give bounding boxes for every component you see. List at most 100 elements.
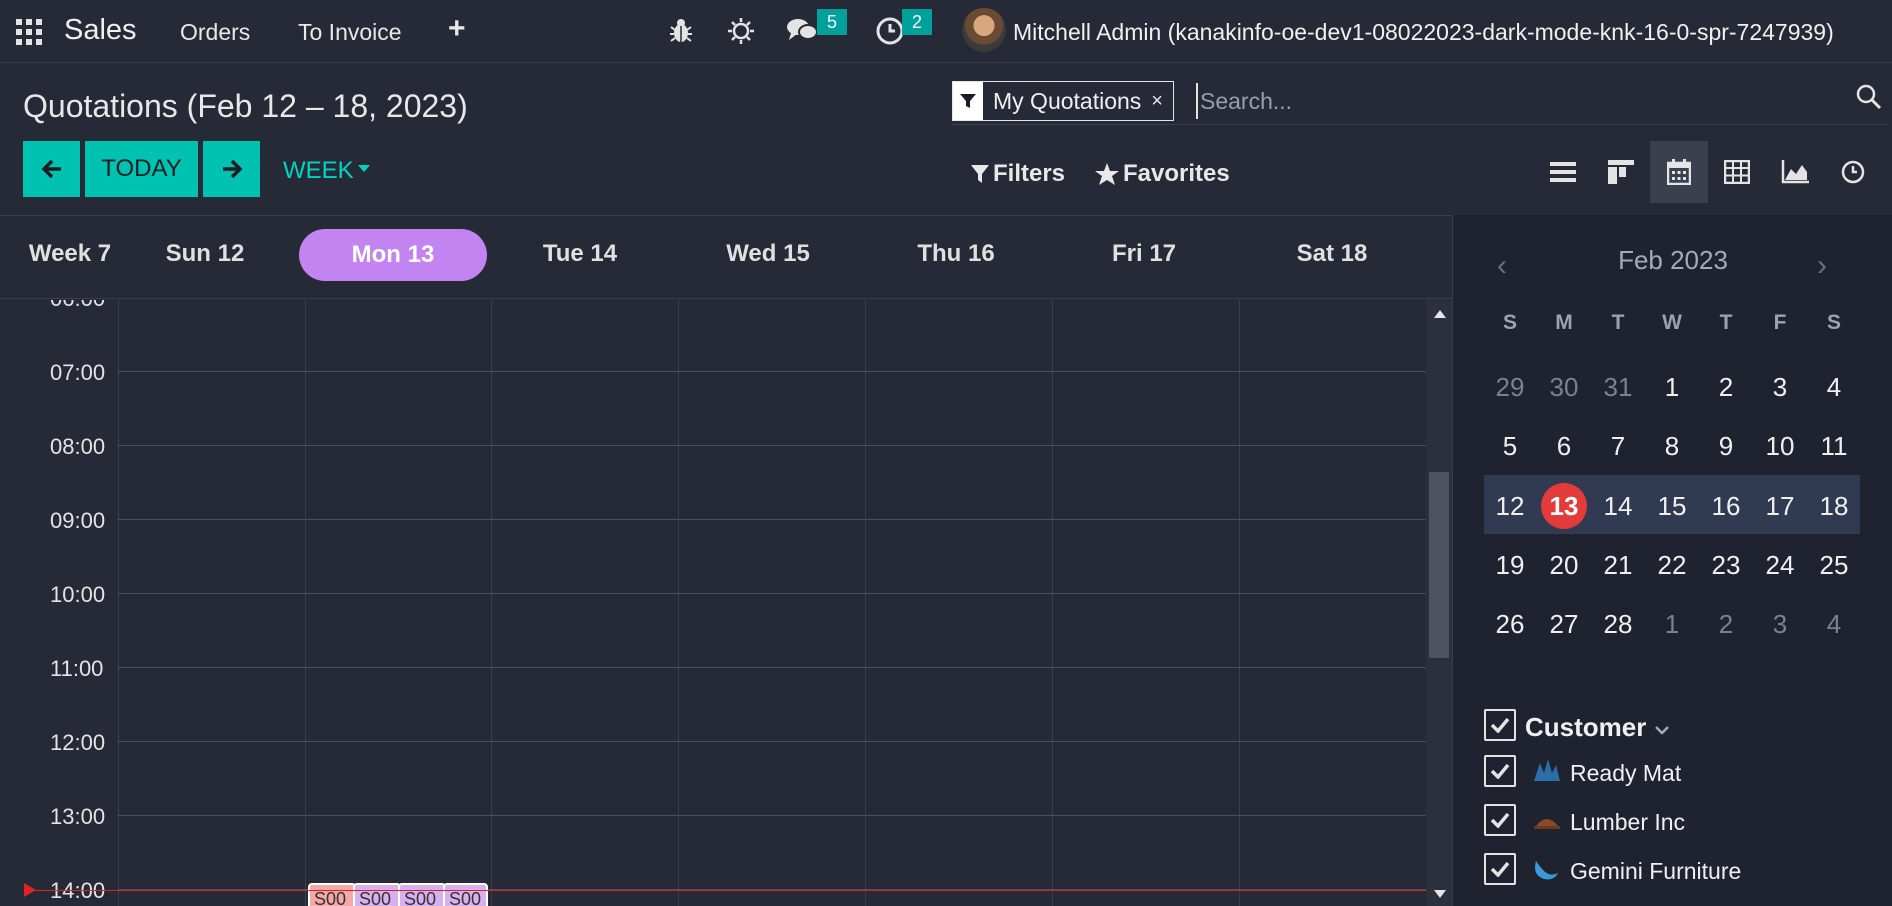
calendar-event[interactable]: S00 bbox=[443, 883, 488, 906]
calendar-event[interactable]: S00 bbox=[398, 883, 446, 906]
kanban-view-button[interactable] bbox=[1592, 141, 1650, 203]
mini-calendar-day[interactable]: 21 bbox=[1591, 550, 1645, 581]
day-header-sun[interactable]: Sun 12 bbox=[128, 240, 282, 268]
time-grid[interactable]: 06:00 07:00 08:00 09:00 10:00 11:00 12:0… bbox=[0, 300, 1426, 906]
day-header-sat[interactable]: Sat 18 bbox=[1255, 240, 1409, 268]
mini-calendar-day[interactable]: 4 bbox=[1807, 372, 1861, 403]
hour-line bbox=[118, 593, 1426, 594]
mini-calendar-day[interactable]: 3 bbox=[1753, 609, 1807, 640]
filter-item-checkbox[interactable] bbox=[1484, 755, 1516, 787]
plus-icon[interactable]: + bbox=[448, 12, 466, 46]
search-icon[interactable] bbox=[1856, 84, 1882, 115]
scroll-thumb[interactable] bbox=[1429, 472, 1449, 658]
filter-item-checkbox[interactable] bbox=[1484, 853, 1516, 885]
calendar-event[interactable]: S00 bbox=[308, 883, 356, 906]
mini-calendar-today[interactable]: 13 bbox=[1541, 483, 1587, 529]
apps-menu-icon[interactable] bbox=[14, 17, 42, 45]
bug-icon[interactable] bbox=[665, 15, 697, 47]
mini-calendar-day[interactable]: 30 bbox=[1537, 372, 1591, 403]
user-menu[interactable]: Mitchell Admin (kanakinfo-oe-dev1-080220… bbox=[1013, 19, 1834, 46]
theme-toggle-icon[interactable] bbox=[725, 15, 757, 47]
mini-calendar-day[interactable]: 6 bbox=[1537, 431, 1591, 462]
check-icon bbox=[1490, 763, 1510, 779]
mini-calendar-next-icon[interactable]: › bbox=[1817, 249, 1827, 283]
mini-calendar-day[interactable]: 29 bbox=[1483, 372, 1537, 403]
filter-item-checkbox[interactable] bbox=[1484, 804, 1516, 836]
hour-line bbox=[118, 445, 1426, 446]
messages-icon[interactable] bbox=[786, 15, 818, 47]
facet-remove-icon[interactable]: × bbox=[1151, 82, 1173, 120]
calendar-scrollbar[interactable] bbox=[1426, 300, 1452, 906]
customer-filter-title[interactable]: Customer bbox=[1525, 712, 1670, 743]
mini-calendar-day[interactable]: 15 bbox=[1645, 491, 1699, 522]
mini-calendar-day[interactable]: 1 bbox=[1645, 372, 1699, 403]
page-title: Quotations (Feb 12 – 18, 2023) bbox=[23, 88, 468, 124]
mini-calendar-prev-icon[interactable]: ‹ bbox=[1497, 249, 1507, 283]
mini-calendar-day[interactable]: 9 bbox=[1699, 431, 1753, 462]
search-input[interactable] bbox=[1196, 83, 1796, 119]
next-button[interactable] bbox=[203, 141, 260, 197]
mini-calendar-day[interactable]: 17 bbox=[1753, 491, 1807, 522]
list-view-button[interactable] bbox=[1534, 141, 1592, 203]
menu-orders[interactable]: Orders bbox=[180, 19, 250, 46]
mini-calendar-day[interactable]: 23 bbox=[1699, 550, 1753, 581]
mini-calendar-day[interactable]: 2 bbox=[1699, 609, 1753, 640]
day-header-wed[interactable]: Wed 15 bbox=[691, 240, 845, 268]
user-avatar[interactable] bbox=[962, 8, 1006, 52]
favorites-button[interactable]: Favorites bbox=[1095, 160, 1230, 188]
mini-calendar-day[interactable]: 26 bbox=[1483, 609, 1537, 640]
chevron-down-icon[interactable] bbox=[1654, 724, 1670, 736]
weekday-label: T bbox=[1719, 311, 1733, 334]
today-button[interactable]: TODAY bbox=[85, 141, 198, 197]
hour-label: 14:00 bbox=[50, 878, 106, 903]
mini-calendar-day[interactable]: 12 bbox=[1483, 491, 1537, 522]
mini-calendar-day[interactable]: 11 bbox=[1807, 431, 1861, 462]
filters-button[interactable]: Filters bbox=[971, 160, 1065, 188]
app-name[interactable]: Sales bbox=[64, 14, 137, 47]
mini-calendar-day[interactable]: 8 bbox=[1645, 431, 1699, 462]
mini-calendar-day[interactable]: 16 bbox=[1699, 491, 1753, 522]
check-icon bbox=[1490, 717, 1510, 733]
pivot-view-button[interactable] bbox=[1708, 141, 1766, 203]
day-header-tue[interactable]: Tue 14 bbox=[503, 240, 657, 268]
mini-calendar-day[interactable]: 27 bbox=[1537, 609, 1591, 640]
mini-calendar-day[interactable]: 7 bbox=[1591, 431, 1645, 462]
graph-view-button[interactable] bbox=[1766, 141, 1824, 203]
day-header-mon-active[interactable]: Mon 13 bbox=[299, 229, 487, 281]
menu-to-invoice[interactable]: To Invoice bbox=[298, 19, 402, 46]
hour-label: 13:00 bbox=[50, 804, 106, 829]
mini-calendar-day[interactable]: 4 bbox=[1807, 609, 1861, 640]
filter-item-label: Lumber Inc bbox=[1570, 809, 1686, 835]
hour-label: 12:00 bbox=[50, 730, 106, 755]
calendar-event[interactable]: S00 bbox=[353, 883, 401, 906]
mini-calendar-day[interactable]: 3 bbox=[1753, 372, 1807, 403]
mini-calendar-day[interactable]: 19 bbox=[1483, 550, 1537, 581]
mini-calendar-day[interactable]: 28 bbox=[1591, 609, 1645, 640]
current-time-line bbox=[30, 890, 1426, 891]
hour-label: 08:00 bbox=[50, 434, 106, 459]
day-header-fri[interactable]: Fri 17 bbox=[1067, 240, 1221, 268]
scroll-down-icon[interactable] bbox=[1434, 890, 1446, 898]
mini-calendar-day[interactable]: 18 bbox=[1807, 491, 1861, 522]
scale-dropdown[interactable]: WEEK bbox=[283, 157, 370, 185]
weekday-label: T bbox=[1611, 311, 1625, 334]
mini-calendar-day[interactable]: 22 bbox=[1645, 550, 1699, 581]
lumber-inc-logo-icon bbox=[1534, 819, 1560, 829]
mini-calendar-day[interactable]: 14 bbox=[1591, 491, 1645, 522]
previous-button[interactable] bbox=[23, 141, 80, 197]
customer-filter-checkbox[interactable] bbox=[1484, 709, 1516, 741]
mini-calendar-day[interactable]: 2 bbox=[1699, 372, 1753, 403]
calendar-icon bbox=[1667, 159, 1691, 185]
calendar-view-button[interactable] bbox=[1650, 141, 1708, 203]
mini-calendar-day[interactable]: 31 bbox=[1591, 372, 1645, 403]
mini-calendar-day[interactable]: 20 bbox=[1537, 550, 1591, 581]
activity-view-button[interactable] bbox=[1824, 141, 1882, 203]
mini-calendar-day[interactable]: 24 bbox=[1753, 550, 1807, 581]
day-header-thu[interactable]: Thu 16 bbox=[879, 240, 1033, 268]
weekday-label: S bbox=[1826, 311, 1841, 334]
scroll-up-icon[interactable] bbox=[1434, 310, 1446, 318]
mini-calendar-day[interactable]: 10 bbox=[1753, 431, 1807, 462]
mini-calendar-day[interactable]: 25 bbox=[1807, 550, 1861, 581]
mini-calendar-day[interactable]: 1 bbox=[1645, 609, 1699, 640]
mini-calendar-day[interactable]: 5 bbox=[1483, 431, 1537, 462]
